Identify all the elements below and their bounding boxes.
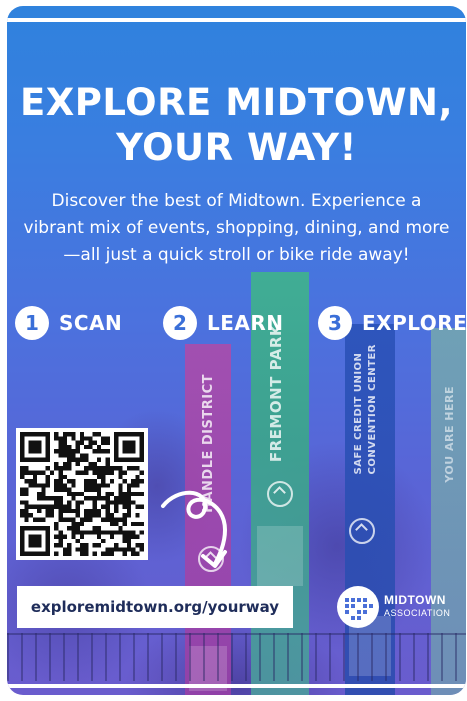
step-label: EXPLORE — [362, 311, 466, 335]
background-fence — [7, 633, 466, 681]
sign-arrow-icon — [349, 518, 375, 544]
sign-panel — [257, 526, 303, 586]
step-label: SCAN — [59, 311, 123, 335]
logo-subname: ASSOCIATION — [384, 608, 451, 618]
step-explore: 3 EXPLORE — [318, 306, 466, 340]
subtitle: Discover the best of Midtown. Experience… — [23, 191, 450, 265]
step-number: 1 — [15, 306, 49, 340]
poster-card: HANDLE DISTRICT FREMONT PARK SAFE CREDIT… — [7, 6, 466, 695]
step-number: 2 — [163, 306, 197, 340]
url-text: exploremidtown.org/yourway — [30, 598, 280, 616]
title-line-1: EXPLORE MIDTOWN, — [19, 81, 454, 124]
step-number: 3 — [318, 306, 352, 340]
curly-arrow-icon — [161, 490, 228, 568]
sign-arrow-icon — [267, 481, 293, 507]
title-line-2: YOUR WAY! — [116, 126, 357, 169]
qr-code-icon — [20, 432, 144, 556]
convention-line-1: SAFE CREDIT UNION — [353, 352, 364, 475]
bottom-divider — [7, 684, 466, 688]
convention-line-2: CONVENTION CENTER — [367, 344, 378, 475]
right-sign-text: YOU ARE HERE — [443, 386, 456, 483]
step-label: LEARN — [207, 311, 284, 335]
fremont-park-text: FREMONT PARK — [267, 324, 285, 463]
midtown-logo: MIDTOWN ASSOCIATION — [336, 585, 450, 629]
page-title: EXPLORE MIDTOWN, YOUR WAY! — [7, 80, 466, 170]
logo-name: MIDTOWN — [384, 593, 446, 607]
logo-text: MIDTOWN ASSOCIATION — [384, 594, 450, 620]
qr-code[interactable] — [16, 428, 148, 560]
top-divider — [7, 18, 466, 22]
midtown-logo-icon — [337, 586, 379, 628]
url-link[interactable]: exploremidtown.org/yourway — [17, 586, 293, 628]
step-scan: 1 SCAN — [15, 306, 122, 340]
convention-center-text: SAFE CREDIT UNION CONVENTION CENTER — [352, 344, 380, 474]
step-learn: 2 LEARN — [163, 306, 284, 340]
